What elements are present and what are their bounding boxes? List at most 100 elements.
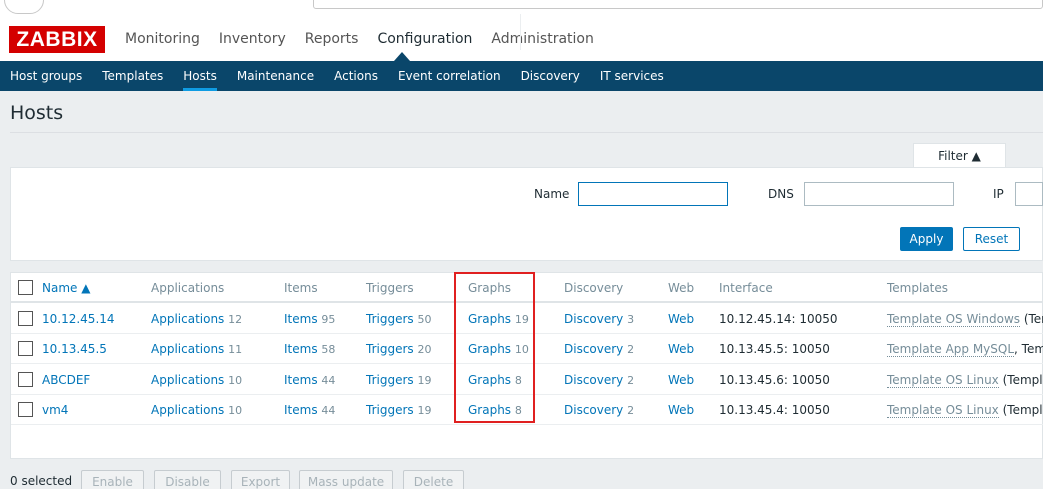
- web-link[interactable]: Web: [668, 334, 694, 364]
- sub-nav-discovery[interactable]: Discovery: [511, 61, 590, 91]
- interface-value: 10.13.45.5: 10050: [719, 342, 830, 356]
- discovery-link[interactable]: Discovery: [564, 373, 623, 387]
- sub-nav-event-correlation[interactable]: Event correlation: [388, 61, 511, 91]
- filter-ip-label: IP: [993, 187, 1004, 201]
- select-all-checkbox[interactable]: [18, 280, 33, 295]
- applications-count: 12: [228, 313, 243, 326]
- browser-toolbar: [0, 0, 1043, 14]
- enable-button[interactable]: Enable: [81, 470, 144, 489]
- filter-divider: [520, 14, 521, 50]
- discovery-count: 2: [627, 343, 635, 356]
- active-nav-pointer: [394, 52, 410, 61]
- items-link[interactable]: Items: [284, 403, 318, 417]
- table-row: ABCDEF Applications 10 Items 44 Triggers…: [11, 365, 1043, 395]
- sub-nav-hosts[interactable]: Hosts: [173, 61, 227, 91]
- items-link[interactable]: Items: [284, 373, 318, 387]
- graphs-count: 10: [514, 343, 529, 356]
- sub-nav: Host groups Templates Hosts Maintenance …: [0, 61, 1043, 91]
- sub-nav-it-services[interactable]: IT services: [590, 61, 674, 91]
- web-link[interactable]: Web: [668, 304, 694, 334]
- filter-name-input[interactable]: [578, 182, 728, 206]
- main-nav-reports[interactable]: Reports: [305, 31, 359, 47]
- triggers-link[interactable]: Triggers: [366, 342, 414, 356]
- graphs-link[interactable]: Graphs: [468, 342, 511, 356]
- column-header-discovery: Discovery: [564, 281, 624, 295]
- web-link[interactable]: Web: [668, 365, 694, 395]
- sub-nav-host-groups[interactable]: Host groups: [0, 61, 92, 91]
- browser-address-bar[interactable]: [313, 0, 1043, 9]
- table-header-row: Name ▲ Applications Items Triggers Graph…: [11, 273, 1043, 303]
- reset-button[interactable]: Reset: [963, 227, 1020, 251]
- disable-button[interactable]: Disable: [154, 470, 221, 489]
- zabbix-logo[interactable]: ZABBIX: [9, 26, 105, 53]
- browser-back-button[interactable]: [4, 0, 44, 14]
- template-link[interactable]: Template OS Linux: [887, 373, 999, 388]
- row-checkbox[interactable]: [18, 372, 33, 387]
- row-checkbox[interactable]: [18, 402, 33, 417]
- triggers-link[interactable]: Triggers: [366, 312, 414, 326]
- row-checkbox[interactable]: [18, 341, 33, 356]
- main-nav-inventory[interactable]: Inventory: [219, 31, 286, 47]
- web-link[interactable]: Web: [668, 395, 694, 425]
- interface-value: 10.13.45.4: 10050: [719, 403, 830, 417]
- main-nav-configuration[interactable]: Configuration: [377, 31, 472, 47]
- items-count: 44: [321, 404, 336, 417]
- discovery-link[interactable]: Discovery: [564, 312, 623, 326]
- host-name-link[interactable]: vm4: [42, 395, 68, 425]
- filter-ip-input[interactable]: [1015, 182, 1043, 206]
- template-link[interactable]: Template OS Linux: [887, 403, 999, 418]
- triggers-link[interactable]: Triggers: [366, 403, 414, 417]
- items-link[interactable]: Items: [284, 312, 318, 326]
- applications-count: 10: [228, 374, 243, 387]
- sub-nav-actions[interactable]: Actions: [324, 61, 388, 91]
- interface-value: 10.12.45.14: 10050: [719, 312, 838, 326]
- triggers-count: 19: [417, 374, 432, 387]
- column-header-triggers: Triggers: [366, 281, 414, 295]
- apply-button[interactable]: Apply: [900, 227, 953, 251]
- row-checkbox[interactable]: [18, 311, 33, 326]
- template-extra: (Templat: [1002, 373, 1043, 387]
- applications-link[interactable]: Applications: [151, 342, 224, 356]
- filter-tab[interactable]: Filter ▲: [913, 143, 1006, 168]
- sub-nav-maintenance[interactable]: Maintenance: [227, 61, 324, 91]
- sub-nav-templates[interactable]: Templates: [92, 61, 173, 91]
- triggers-count: 20: [417, 343, 432, 356]
- template-link[interactable]: Template OS Windows: [887, 312, 1021, 327]
- filter-dns-label: DNS: [768, 187, 794, 201]
- discovery-link[interactable]: Discovery: [564, 403, 623, 417]
- triggers-count: 50: [417, 313, 432, 326]
- main-nav-monitoring[interactable]: Monitoring: [125, 31, 200, 47]
- applications-link[interactable]: Applications: [151, 312, 224, 326]
- page-title: Hosts: [10, 102, 64, 124]
- column-header-interface: Interface: [719, 281, 773, 295]
- applications-link[interactable]: Applications: [151, 373, 224, 387]
- export-button[interactable]: Export: [231, 470, 290, 489]
- graphs-link[interactable]: Graphs: [468, 373, 511, 387]
- discovery-link[interactable]: Discovery: [564, 342, 623, 356]
- interface-value: 10.13.45.6: 10050: [719, 373, 830, 387]
- mass-update-button[interactable]: Mass update: [299, 470, 393, 489]
- main-nav: Monitoring Inventory Reports Configurati…: [125, 31, 613, 47]
- table-row: 10.13.45.5 Applications 11 Items 58 Trig…: [11, 334, 1043, 364]
- discovery-count: 2: [627, 404, 635, 417]
- column-header-name[interactable]: Name ▲: [42, 273, 90, 303]
- graphs-link[interactable]: Graphs: [468, 403, 511, 417]
- template-link[interactable]: Template App MySQL: [887, 342, 1015, 357]
- triggers-link[interactable]: Triggers: [366, 373, 414, 387]
- filter-dns-input[interactable]: [804, 182, 954, 206]
- template-extra: , Templ: [1014, 342, 1043, 356]
- table-row: 10.12.45.14 Applications 12 Items 95 Tri…: [11, 304, 1043, 334]
- items-link[interactable]: Items: [284, 342, 318, 356]
- main-nav-administration[interactable]: Administration: [491, 31, 593, 47]
- host-name-link[interactable]: 10.12.45.14: [42, 304, 115, 334]
- applications-count: 10: [228, 404, 243, 417]
- hosts-table: Name ▲ Applications Items Triggers Graph…: [10, 272, 1043, 459]
- applications-link[interactable]: Applications: [151, 403, 224, 417]
- host-name-link[interactable]: 10.13.45.5: [42, 334, 107, 364]
- table-row: vm4 Applications 10 Items 44 Triggers 19…: [11, 395, 1043, 425]
- host-name-link[interactable]: ABCDEF: [42, 365, 90, 395]
- delete-button[interactable]: Delete: [403, 470, 464, 489]
- graphs-link[interactable]: Graphs: [468, 312, 511, 326]
- discovery-count: 2: [627, 374, 635, 387]
- selected-count: 0 selected: [10, 474, 73, 488]
